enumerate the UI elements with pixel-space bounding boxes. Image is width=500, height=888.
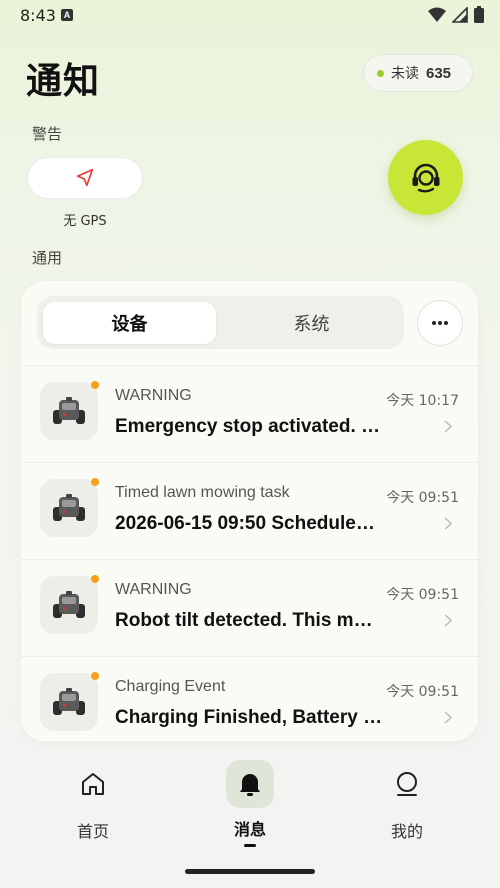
general-section-label: 通用 [32,249,63,267]
robot-mower-icon [53,494,85,521]
home-icon [82,773,104,795]
message-item[interactable]: WARNING 今天 09:51 Robot tilt detected. Th… [21,559,478,656]
message-category: Timed lawn mowing task [115,484,290,501]
robot-mower-thumbnail [40,576,98,634]
page-title: 通知 [26,61,101,102]
robot-mower-thumbnail [40,673,98,731]
message-category: WARNING [115,581,192,598]
unread-dot [377,69,384,77]
status-time: 8:43 [20,6,56,25]
nav-messages[interactable]: 消息 [200,760,300,847]
message-time: 今天 09:51 [386,587,459,603]
unread-label: 未读 [391,66,419,82]
message-item[interactable]: WARNING 今天 10:17 Emergency stop activate… [21,365,478,462]
message-time: 今天 09:51 [386,490,459,506]
home-indicator[interactable] [185,869,315,874]
unread-indicator [91,381,99,389]
message-time: 今天 10:17 [386,393,459,409]
message-item[interactable]: Charging Event 今天 09:51 Charging Finishe… [21,656,478,741]
chevron-right-icon [444,517,452,530]
nav-profile[interactable]: 我的 [357,760,457,842]
nav-messages-label: 消息 [233,820,266,839]
robot-mower-icon [53,688,85,715]
nav-profile-icon-wrap [383,760,431,808]
active-tab-indicator [244,844,256,847]
message-body: Emergency stop activated. Please check t… [115,416,383,437]
warnings-section-label: 警告 [32,125,63,143]
unread-indicator [91,672,99,680]
message-body: Charging Finished, Battery full [115,707,383,728]
no-gps-label: 无 GPS [63,214,107,229]
battery-icon [474,6,484,23]
no-gps-warning-button[interactable] [27,157,143,199]
notification-app-icon: A [61,9,73,21]
message-body: Robot tilt detected. This may affect mow… [115,610,383,631]
tab-system[interactable]: 系统 [225,302,398,344]
nav-home-label: 首页 [76,822,109,841]
message-body: 2026-06-15 09:50 Scheduled task started [115,513,383,534]
messages-card: 设备 系统 WARNING 今天 10:17 Emergency stop ac… [21,281,478,741]
chevron-right-icon [444,420,452,433]
message-category: WARNING [115,387,192,404]
status-icons [428,6,484,23]
status-bar: 8:43 A [0,0,500,30]
message-list: WARNING 今天 10:17 Emergency stop activate… [21,365,478,741]
unread-filter-button[interactable]: 未读 635 [363,54,473,92]
customer-support-button[interactable] [388,140,463,215]
nav-home[interactable]: 首页 [43,760,143,842]
robot-mower-icon [53,397,85,424]
robot-mower-thumbnail [40,382,98,440]
nav-profile-label: 我的 [390,822,423,841]
message-item[interactable]: Timed lawn mowing task 今天 09:51 2026-06-… [21,462,478,559]
cell-signal-icon [452,6,468,23]
headset-icon [412,163,439,192]
unread-indicator [91,575,99,583]
robot-mower-thumbnail [40,479,98,537]
message-time: 今天 09:51 [386,684,459,700]
navigation-arrow-icon [76,168,94,187]
robot-mower-icon [53,591,85,618]
tab-bar: 设备 系统 [37,296,404,349]
nav-home-icon-wrap [69,760,117,808]
nav-messages-icon-wrap [226,760,274,808]
chevron-right-icon [444,711,452,724]
wifi-icon [428,7,446,22]
more-horizontal-icon [432,321,448,325]
chevron-right-icon [444,614,452,627]
more-options-button[interactable] [417,300,463,346]
profile-icon [397,772,417,796]
unread-indicator [91,478,99,486]
bell-icon [240,774,260,796]
message-category: Charging Event [115,678,226,695]
tab-device[interactable]: 设备 [43,302,216,344]
unread-count: 635 [426,64,452,82]
